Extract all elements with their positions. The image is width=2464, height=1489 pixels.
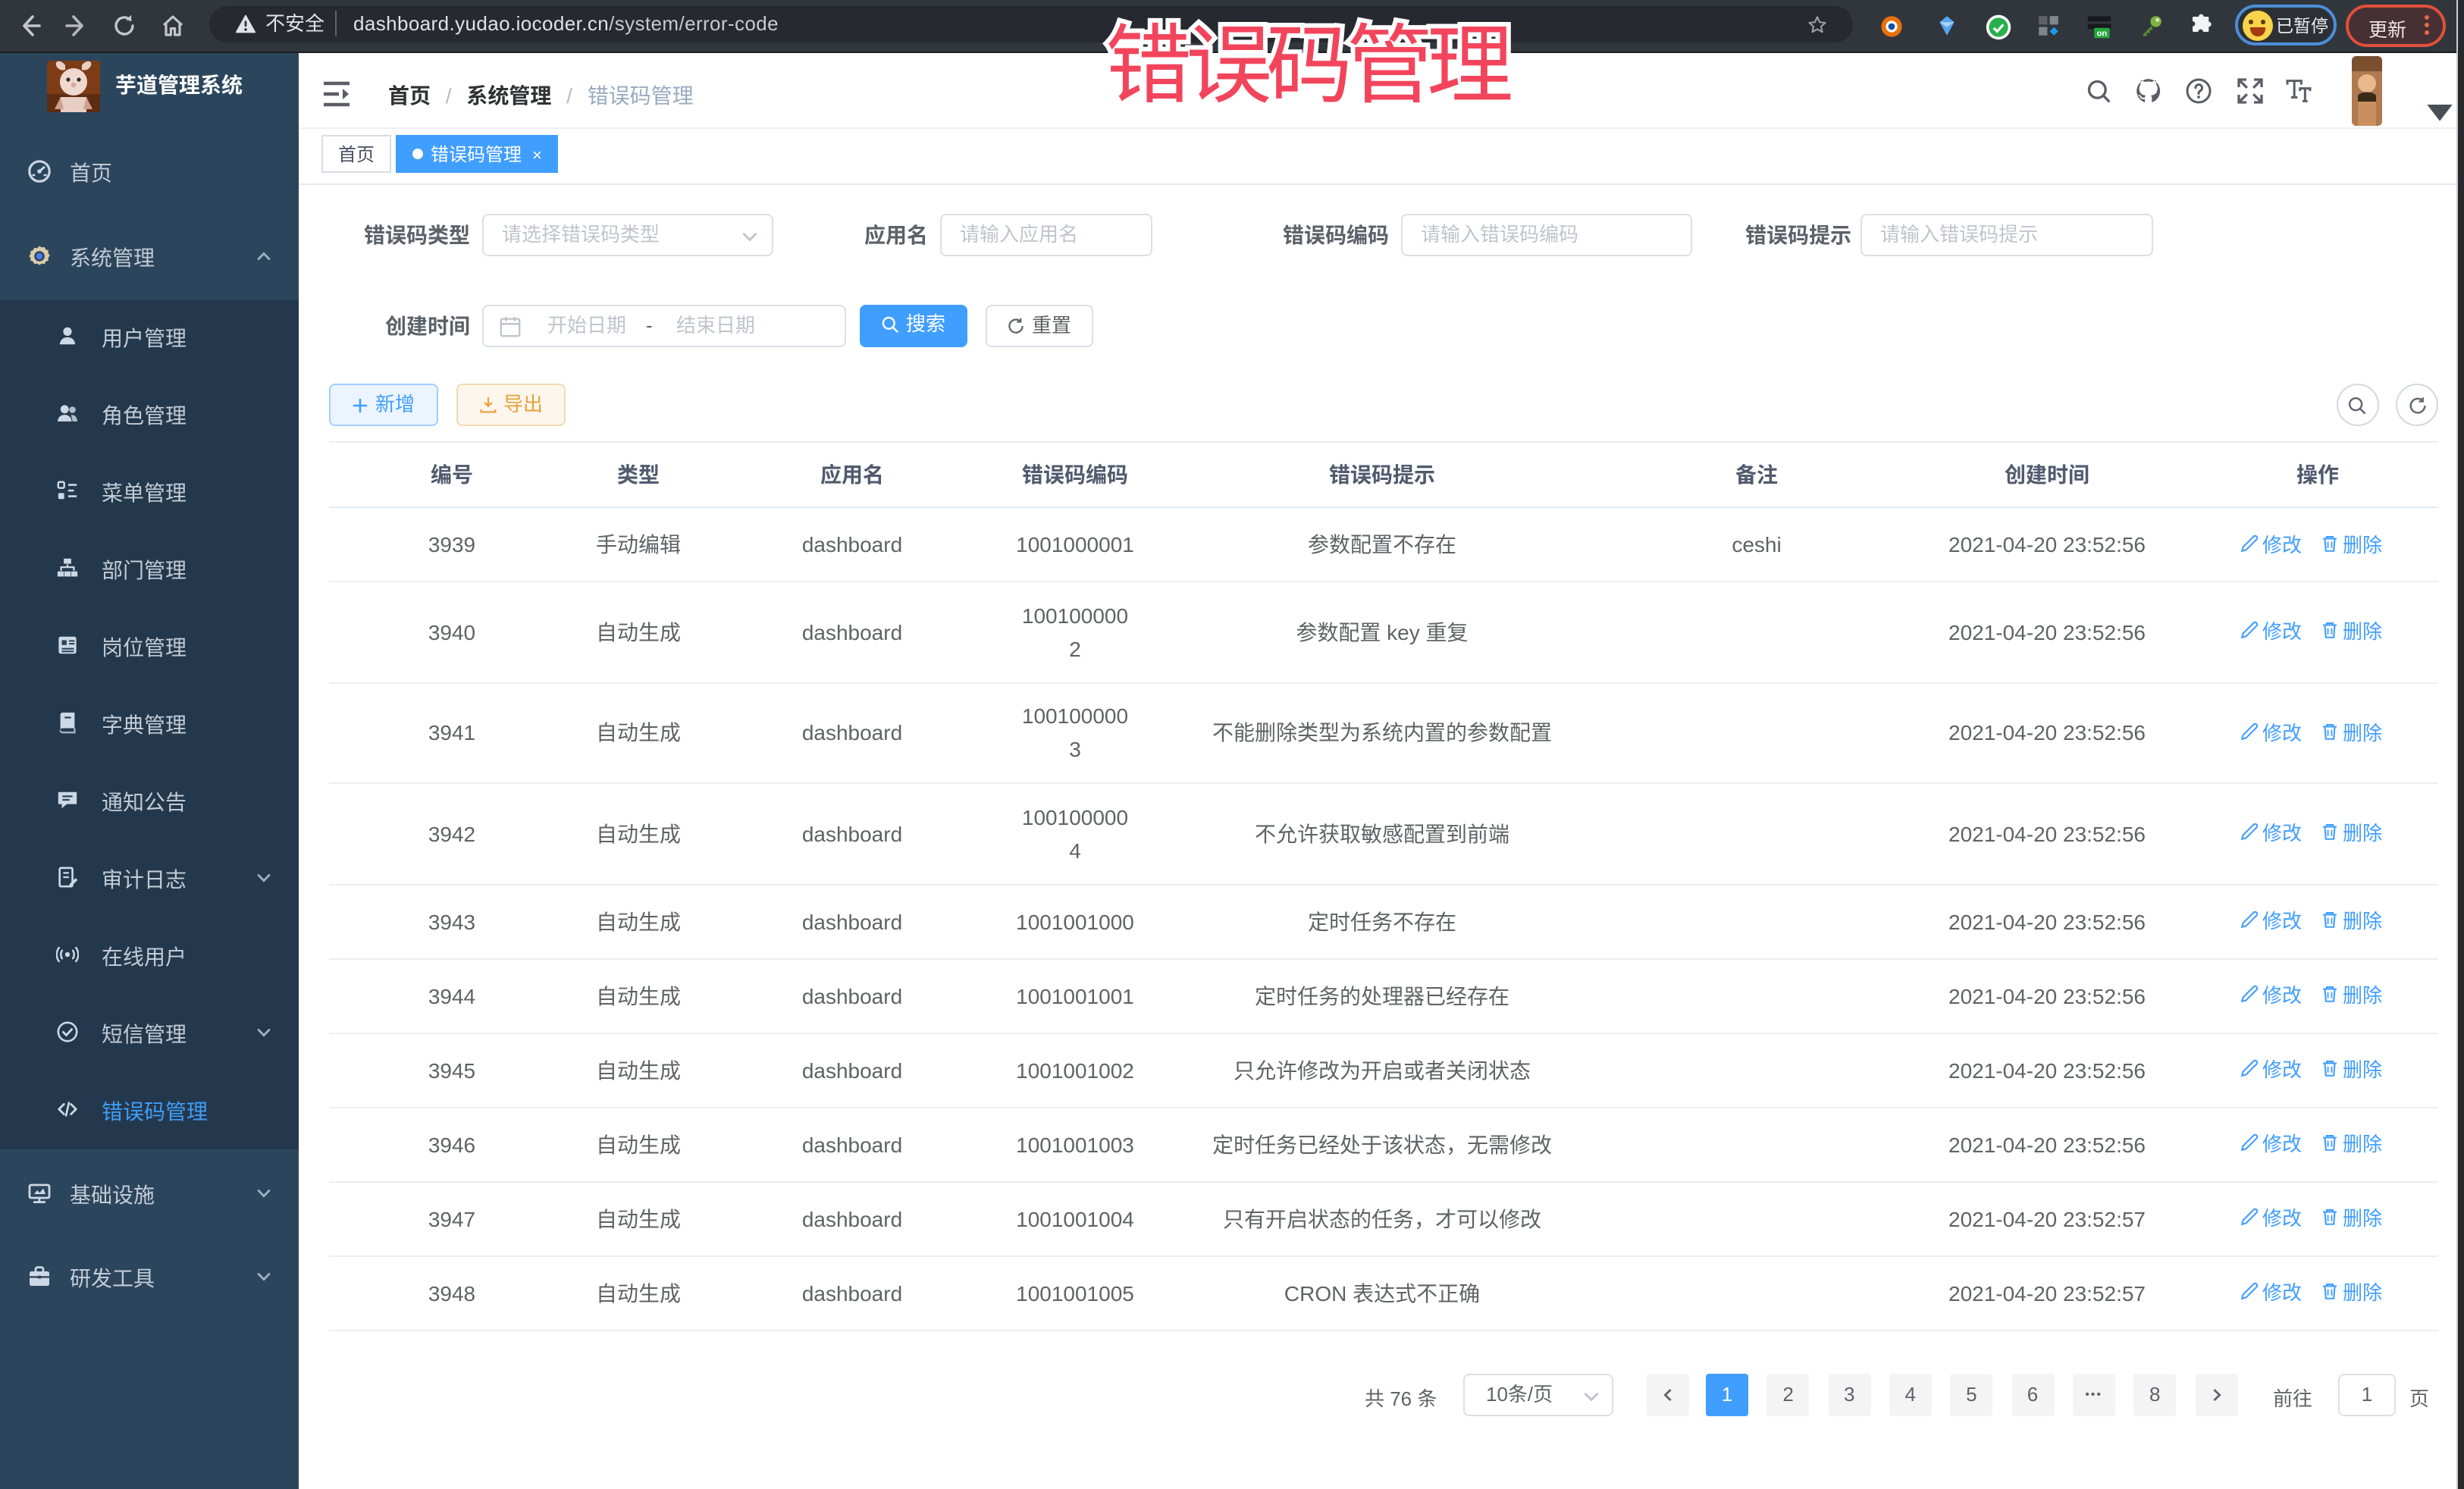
svg-text:on: on (2097, 30, 2108, 39)
svg-text:错误码管理: 错误码管理 (1105, 0, 1511, 121)
